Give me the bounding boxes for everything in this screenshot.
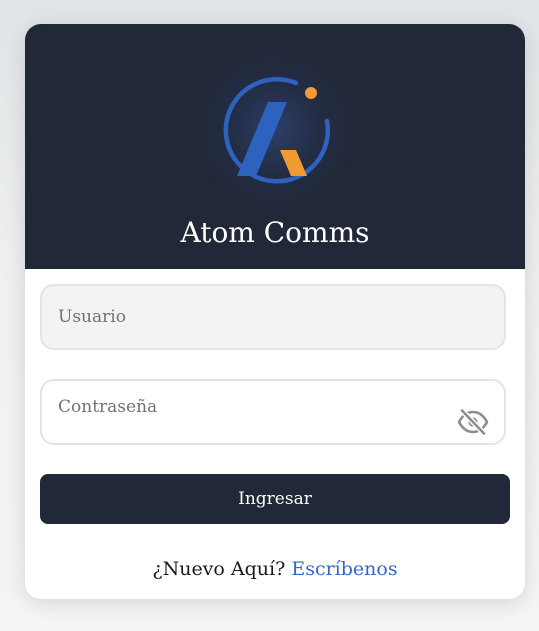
password-field[interactable] xyxy=(40,379,506,445)
app-title: Atom Comms xyxy=(180,216,370,249)
signup-prompt: ¿Nuevo Aquí? Escríbenos xyxy=(25,554,525,584)
eye-slash-icon[interactable] xyxy=(456,408,490,436)
login-button[interactable]: Ingresar xyxy=(40,474,510,524)
username-input[interactable] xyxy=(42,286,504,348)
login-card: Atom Comms Ingresar ¿Nuevo Aquí? Escríbe… xyxy=(25,24,525,599)
login-header: Atom Comms xyxy=(25,24,525,269)
atom-comms-logo-icon xyxy=(223,77,331,184)
password-input[interactable] xyxy=(42,381,504,443)
signup-prompt-text: ¿Nuevo Aquí? xyxy=(152,558,286,580)
username-field[interactable] xyxy=(40,284,506,350)
contact-link[interactable]: Escríbenos xyxy=(291,558,397,580)
